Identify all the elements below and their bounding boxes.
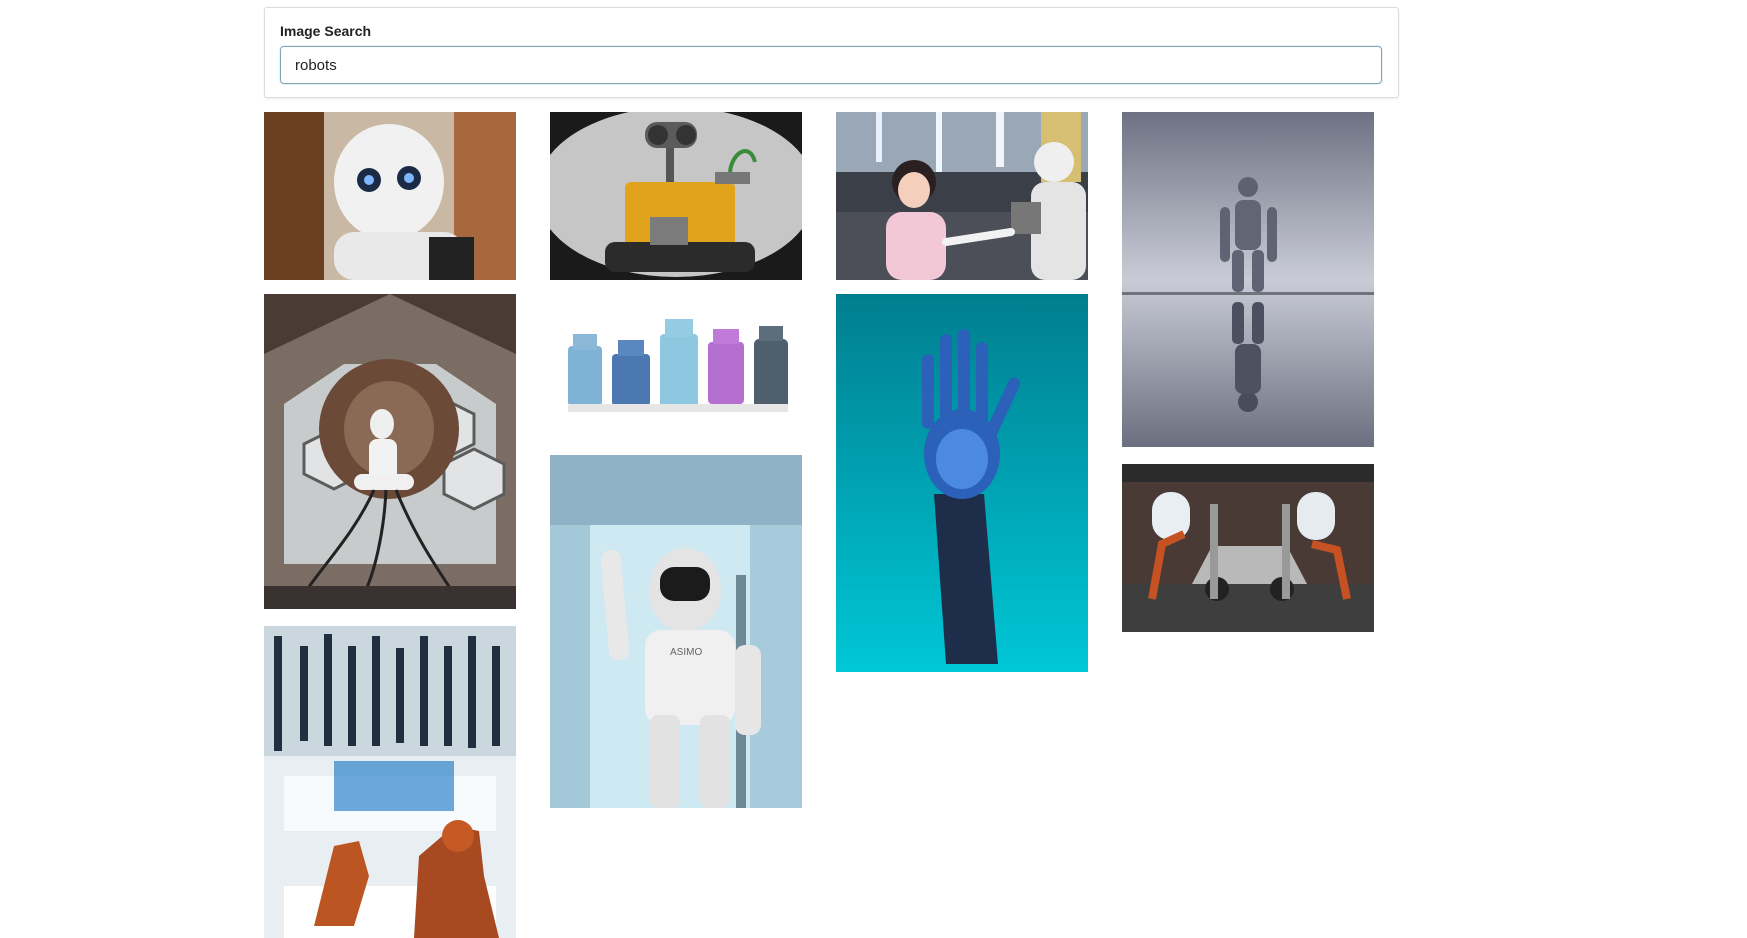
image-result-pepper-robot-closeup[interactable] — [264, 112, 516, 280]
image-result-mannequin-hexagon-room[interactable] — [264, 294, 516, 609]
search-label: Image Search — [280, 23, 372, 39]
svg-text:ASIMO: ASIMO — [670, 647, 702, 658]
search-input[interactable] — [280, 46, 1382, 84]
image-result-tin-toy-robots[interactable] — [550, 294, 802, 434]
image-result-girl-with-pepper-robot[interactable] — [836, 112, 1088, 280]
image-result-car-factory-robots[interactable] — [1122, 464, 1374, 632]
image-result-walle-lego-robot[interactable] — [550, 112, 802, 280]
image-result-lab-robot-arms[interactable] — [264, 626, 516, 938]
search-card: Image Search — [264, 7, 1399, 98]
image-result-robotic-blue-hand[interactable] — [836, 294, 1088, 672]
page: Image Search robots ASIMO — [0, 0, 1747, 938]
image-result-humanoid-reflection[interactable] — [1122, 112, 1374, 447]
image-result-asimo-robot-waving[interactable]: ASIMO — [550, 455, 802, 808]
